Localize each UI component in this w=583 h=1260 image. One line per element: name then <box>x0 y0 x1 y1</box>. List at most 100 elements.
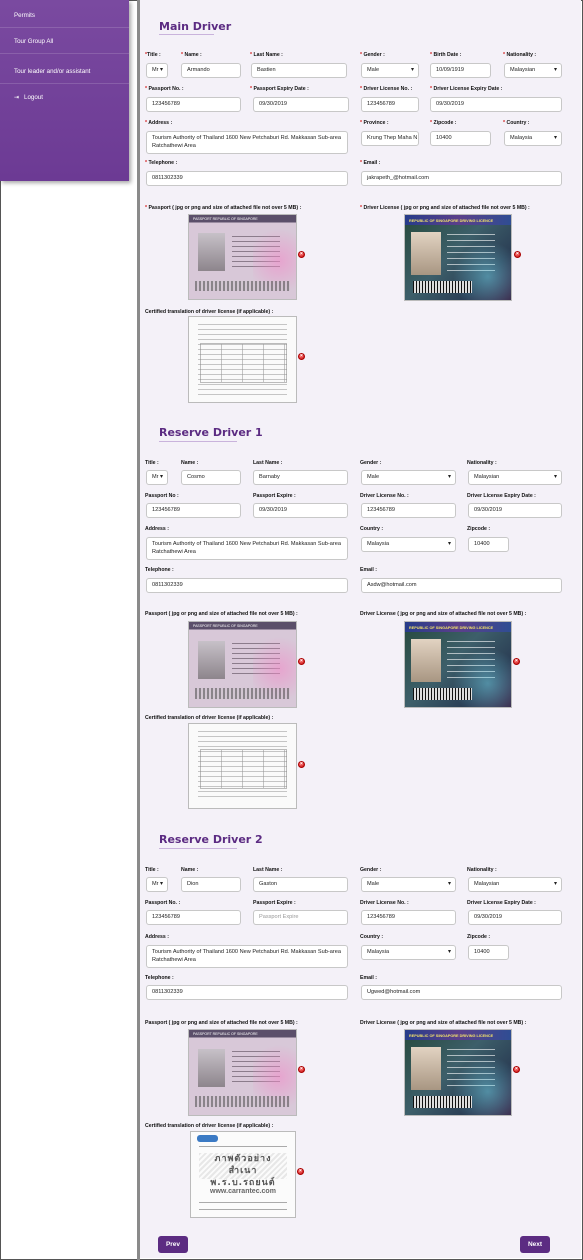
section-underline <box>159 34 214 35</box>
label-telephone: Telephone : <box>145 975 174 981</box>
label-license-no: * Driver License No. : <box>360 86 413 92</box>
license-no-input[interactable]: 123456789 <box>361 503 456 518</box>
license-expiry-input[interactable]: 09/30/2019 <box>468 503 562 518</box>
label-translation: Certified translation of driver license … <box>145 715 274 721</box>
gender-select[interactable]: Male <box>361 63 419 78</box>
label-passport-expiry: Passport Expire : <box>253 493 296 499</box>
label-nationality: * Nationality : <box>503 52 537 58</box>
nationality-select[interactable]: Malaysian <box>468 877 562 892</box>
birth-date-input[interactable]: 10/09/1919 <box>430 63 491 78</box>
country-select[interactable]: Malaysia <box>361 537 456 552</box>
label-name: Name : <box>181 460 199 466</box>
sidebar: Permits Tour Group All Tour leader and/o… <box>0 0 129 181</box>
email-input[interactable]: jakrapeth_@hotmail.com <box>361 171 562 186</box>
translation-image: ภาพตัวอย่าง สำเนา พ.ร.บ.รถยนต์ www.carra… <box>190 1131 296 1218</box>
zipcode-input[interactable]: 10400 <box>468 537 509 552</box>
nationality-select[interactable]: Malaysian <box>468 470 562 485</box>
label-passport-expiry: * Passport Expiry Date : <box>250 86 309 92</box>
passport-expiry-input[interactable]: 09/30/2019 <box>253 97 349 112</box>
passport-expiry-input[interactable]: Passport Expire <box>253 910 348 925</box>
label-license-expiry: * Driver License Expiry Date : <box>430 86 503 92</box>
remove-translation-icon[interactable]: × <box>298 761 305 768</box>
label-last-name: Last Name : <box>253 867 283 873</box>
remove-translation-icon[interactable]: × <box>298 353 305 360</box>
sidebar-item-permits[interactable]: Permits <box>0 4 129 28</box>
license-expiry-input[interactable]: 09/30/2019 <box>468 910 562 925</box>
name-input[interactable]: Cosmo <box>181 470 241 485</box>
name-input[interactable]: Dion <box>181 877 241 892</box>
label-gender: Gender : <box>360 460 382 466</box>
telephone-input[interactable]: 0811302339 <box>146 578 348 593</box>
remove-passport-icon[interactable]: × <box>298 658 305 665</box>
province-input[interactable]: Krung Thep Maha N <box>361 131 419 146</box>
remove-translation-icon[interactable]: × <box>297 1168 304 1175</box>
label-license-no: Driver License No. : <box>360 900 409 906</box>
address-textarea[interactable]: Tourism Authority of Thailand 1600 New P… <box>146 537 348 560</box>
label-zipcode: * Zipcode : <box>430 120 457 126</box>
sidebar-item-label: Permits <box>14 12 35 19</box>
passport-no-input[interactable]: 123456789 <box>146 503 241 518</box>
label-passport-upload: Passport ( jpg or png and size of attach… <box>145 1020 298 1026</box>
remove-license-icon[interactable]: × <box>514 251 521 258</box>
label-country: Country : <box>360 526 384 532</box>
section-title-reserve-driver-2: Reserve Driver 2 <box>159 833 263 846</box>
telephone-input[interactable]: 0811302339 <box>146 985 348 1000</box>
sidebar-item-label: Logout <box>24 94 43 101</box>
label-gender: * Gender : <box>360 52 385 58</box>
label-passport-upload: * Passport ( jpg or png and size of atta… <box>145 205 302 211</box>
name-input[interactable]: Armando <box>181 63 241 78</box>
driver-license-image: REPUBLIC OF SINGAPORE DRIVING LICENCE <box>404 214 512 301</box>
section-title-main-driver: Main Driver <box>159 20 232 33</box>
section-underline <box>159 441 237 442</box>
label-last-name: Last Name : <box>253 460 283 466</box>
title-select[interactable]: Mr <box>146 877 168 892</box>
sidebar-item-tour-group-all[interactable]: Tour Group All <box>0 30 129 54</box>
email-input[interactable]: Asdw@hotmail.com <box>361 578 562 593</box>
label-telephone: * Telephone : <box>145 160 178 166</box>
label-zipcode: Zipcode : <box>467 526 491 532</box>
country-select[interactable]: Malaysia <box>504 131 562 146</box>
sidebar-item-logout[interactable]: ⇥ Logout <box>0 86 129 110</box>
remove-passport-icon[interactable]: × <box>298 1066 305 1073</box>
label-email: Email : <box>360 975 378 981</box>
license-no-input[interactable]: 123456789 <box>361 910 456 925</box>
license-no-input[interactable]: 123456789 <box>361 97 419 112</box>
label-license-upload: Driver License ( jpg or png and size of … <box>360 611 527 617</box>
driver-license-image: REPUBLIC OF SINGAPORE DRIVING LICENCE <box>404 621 512 708</box>
label-address: Address : <box>145 526 169 532</box>
label-passport-no: Passport No. : <box>145 900 181 906</box>
address-textarea[interactable]: Tourism Authority of Thailand 1600 New P… <box>146 131 348 154</box>
email-input[interactable]: Ugwed@hotmail.com <box>361 985 562 1000</box>
next-button[interactable]: Next <box>520 1236 550 1253</box>
title-select[interactable]: Mr <box>146 470 168 485</box>
label-gender: Gender : <box>360 867 382 873</box>
title-select[interactable]: Mr <box>146 63 168 78</box>
gender-select[interactable]: Male <box>361 470 456 485</box>
address-textarea[interactable]: Tourism Authority of Thailand 1600 New P… <box>146 945 348 968</box>
remove-license-icon[interactable]: × <box>513 658 520 665</box>
last-name-input[interactable]: Gaston <box>253 877 348 892</box>
zipcode-input[interactable]: 10400 <box>430 131 491 146</box>
last-name-input[interactable]: Barnaby <box>253 470 348 485</box>
remove-passport-icon[interactable]: × <box>298 251 305 258</box>
passport-image: PASSPORT REPUBLIC OF SINGAPORE <box>188 621 297 708</box>
zipcode-input[interactable]: 10400 <box>468 945 509 960</box>
label-license-expiry: Driver License Expiry Date : <box>467 900 536 906</box>
remove-license-icon[interactable]: × <box>513 1066 520 1073</box>
prev-button[interactable]: Prev <box>158 1236 188 1253</box>
passport-no-input[interactable]: 123456789 <box>146 97 241 112</box>
gender-select[interactable]: Male <box>361 877 456 892</box>
nationality-select[interactable]: Malaysian <box>504 63 562 78</box>
last-name-input[interactable]: Bastien <box>251 63 347 78</box>
country-select[interactable]: Malaysia <box>361 945 456 960</box>
passport-no-input[interactable]: 123456789 <box>146 910 241 925</box>
label-title: Title : <box>145 460 159 466</box>
label-country: Country : <box>360 934 384 940</box>
label-name: * Name : <box>181 52 202 58</box>
label-last-name: * Last Name : <box>250 52 283 58</box>
label-address: * Address : <box>145 120 173 126</box>
sidebar-item-tour-leader[interactable]: Tour leader and/or assistant <box>0 60 129 84</box>
passport-expiry-input[interactable]: 09/30/2019 <box>253 503 348 518</box>
telephone-input[interactable]: 0811302339 <box>146 171 348 186</box>
license-expiry-input[interactable]: 09/30/2019 <box>430 97 562 112</box>
